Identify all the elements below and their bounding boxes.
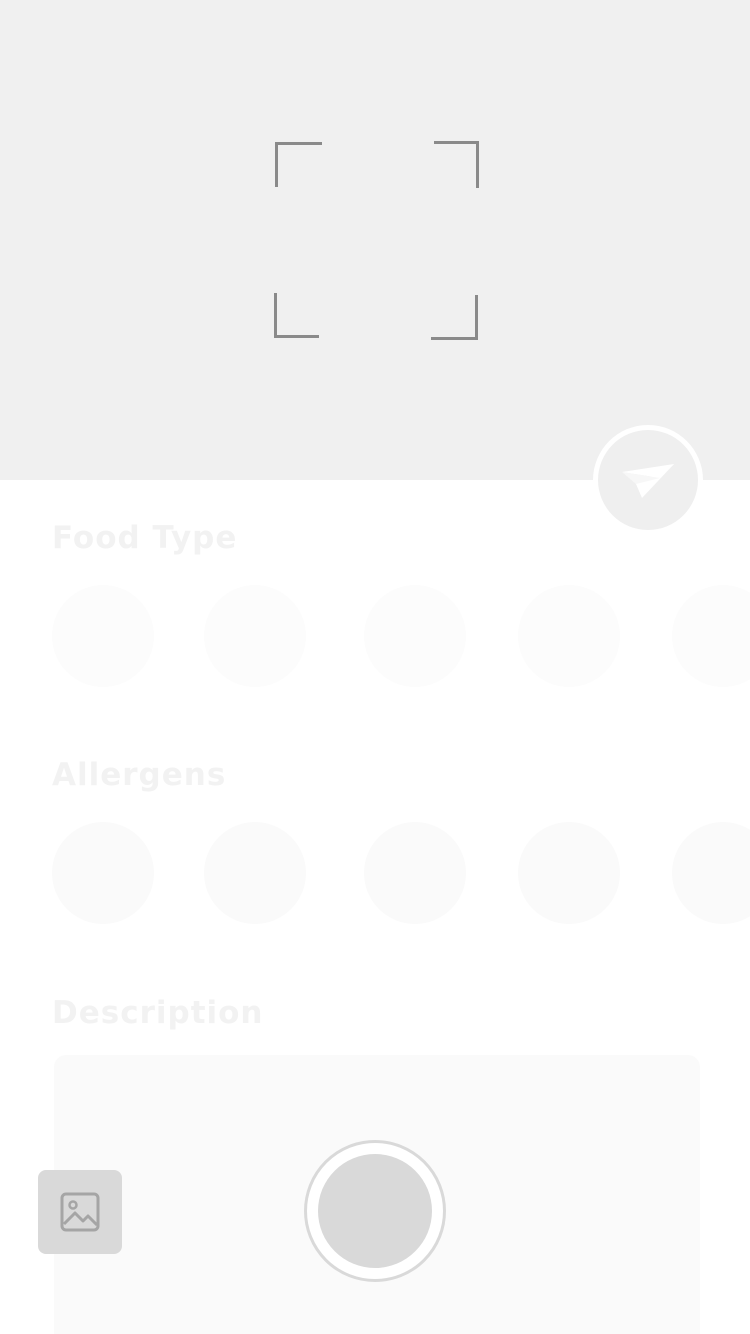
food-type-option[interactable] xyxy=(518,585,620,687)
shutter-core xyxy=(318,1154,432,1268)
scan-frame-corner-bottom-left xyxy=(274,293,319,338)
send-button-inner xyxy=(598,430,698,530)
allergen-option[interactable] xyxy=(518,822,620,924)
food-type-heading: Food Type xyxy=(52,520,238,556)
description-heading: Description xyxy=(52,995,264,1031)
food-type-option[interactable] xyxy=(52,585,154,687)
allergen-option[interactable] xyxy=(204,822,306,924)
shutter-button[interactable] xyxy=(304,1140,446,1282)
camera-preview[interactable] xyxy=(0,0,750,480)
food-type-option[interactable] xyxy=(364,585,466,687)
food-type-option[interactable] xyxy=(672,585,750,687)
allergen-option[interactable] xyxy=(364,822,466,924)
send-button[interactable] xyxy=(593,425,703,535)
allergen-option[interactable] xyxy=(52,822,154,924)
allergen-option[interactable] xyxy=(672,822,750,924)
gallery-button[interactable] xyxy=(38,1170,122,1254)
scan-frame-corner-top-left xyxy=(275,142,322,187)
image-icon xyxy=(60,1192,100,1232)
food-type-option[interactable] xyxy=(204,585,306,687)
food-type-options xyxy=(0,585,750,689)
allergen-options xyxy=(0,822,750,926)
camera-screen: Food Type Allergens Description xyxy=(0,0,750,1334)
allergens-heading: Allergens xyxy=(52,757,227,793)
scan-frame-corner-top-right xyxy=(434,141,479,188)
paper-plane-icon xyxy=(622,464,674,498)
scan-frame-corner-bottom-right xyxy=(431,295,478,340)
